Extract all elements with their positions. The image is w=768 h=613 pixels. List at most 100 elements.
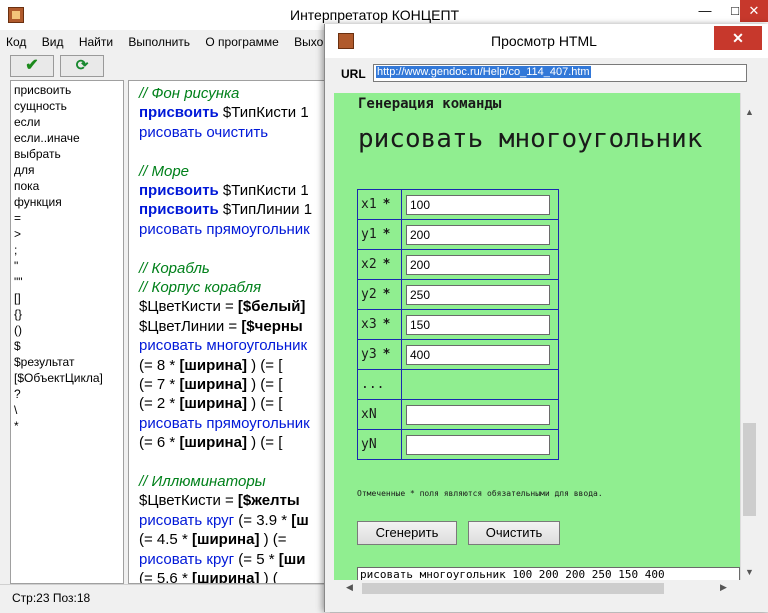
param-input-x2[interactable]	[406, 254, 550, 275]
code-token: // Корпус корабля	[139, 279, 262, 296]
main-window-title: Интерпретатор КОНЦЕПТ	[290, 7, 460, 23]
param-input-x1[interactable]	[406, 194, 550, 215]
code-line: присвоить $ТипКисти 1	[139, 104, 309, 121]
param-row: ...	[357, 369, 559, 400]
keyword-item[interactable]: ?	[14, 386, 120, 402]
keyword-item[interactable]: выбрать	[14, 146, 120, 162]
code-token: [ширина]	[191, 531, 260, 549]
horizontal-scroll-thumb[interactable]	[362, 583, 664, 594]
horizontal-scrollbar[interactable]: ◀ ▶	[334, 580, 740, 597]
required-marker: *	[382, 347, 391, 362]
code-line: (= 4.5 * [ширина] ) (=	[139, 531, 287, 548]
code-token: [$черны	[241, 317, 303, 335]
menu-run[interactable]: Выполнить	[122, 31, 196, 53]
scroll-left-icon[interactable]: ◀	[346, 582, 353, 593]
param-value-cell	[401, 309, 559, 340]
required-marker: *	[382, 287, 391, 302]
viewer-close-button[interactable]: ✕	[714, 26, 762, 50]
param-input-y1[interactable]	[406, 224, 550, 245]
keyword-item[interactable]: []	[14, 290, 120, 306]
url-field[interactable]: http://www.gendoc.ru/Help/co_114_407.htm	[373, 64, 747, 82]
menu-view[interactable]: Вид	[36, 31, 70, 53]
vertical-scrollbar[interactable]: ▲ ▼	[740, 93, 758, 580]
param-input-xN[interactable]	[406, 404, 550, 425]
scroll-right-icon[interactable]: ▶	[720, 582, 727, 593]
viewer-titlebar[interactable]: Просмотр HTML ✕	[325, 24, 768, 58]
params-table: x1 * y1 * x2 * y2 * x3 * y3 *... xN yN	[357, 189, 559, 460]
code-line: // Корабль	[139, 260, 210, 277]
viewer-title: Просмотр HTML	[491, 33, 597, 49]
keyword-item[interactable]: *	[14, 418, 120, 434]
required-marker: *	[382, 197, 391, 212]
url-label: URL	[341, 67, 366, 81]
param-value-cell	[401, 219, 559, 250]
vertical-scroll-thumb[interactable]	[743, 423, 756, 516]
param-name-cell: y2 *	[357, 279, 402, 310]
keyword-item[interactable]: $результат	[14, 354, 120, 370]
code-token: // Иллюминаторы	[139, 473, 266, 490]
param-input-y3[interactable]	[406, 344, 550, 365]
result-output[interactable]: рисовать многоугольник 100 200 200 250 1…	[357, 567, 740, 580]
keyword-item[interactable]: ;	[14, 242, 120, 258]
param-name: y3	[361, 347, 377, 362]
param-value-cell	[401, 369, 559, 400]
keyword-item[interactable]: =	[14, 210, 120, 226]
keyword-item[interactable]: ()	[14, 322, 120, 338]
code-editor[interactable]: // Фон рисунка присвоить $ТипКисти 1 рисов…	[128, 80, 328, 584]
code-token: [$белый]	[237, 298, 306, 316]
keyword-item[interactable]: присвоить	[14, 82, 120, 98]
param-input-yN[interactable]	[406, 434, 550, 455]
menu-code[interactable]: Код	[0, 31, 32, 53]
code-token: $ЦветЛинии =	[139, 317, 242, 335]
menu-about[interactable]: О программе	[199, 31, 284, 53]
keyword-item[interactable]: пока	[14, 178, 120, 194]
code-line: (= 8 * [ширина] ) (= [	[139, 357, 282, 374]
code-token: (= 2 *	[139, 395, 180, 413]
code-token: $ТипКисти 1	[218, 104, 309, 122]
scroll-down-icon[interactable]: ▼	[745, 567, 754, 577]
url-text: http://www.gendoc.ru/Help/co_114_407.htm	[376, 66, 591, 78]
run-button[interactable]: ✔	[10, 55, 54, 77]
param-row: xN	[357, 399, 559, 430]
keyword-list[interactable]: присвоить сущность если если..иначе выбрать д…	[10, 80, 124, 584]
code-token: [$желты	[237, 492, 300, 510]
param-name: x2	[361, 257, 377, 272]
keyword-item[interactable]: >	[14, 226, 120, 242]
minimize-button[interactable]: —	[690, 0, 720, 22]
scroll-up-icon[interactable]: ▲	[745, 107, 754, 117]
param-name: x1	[361, 197, 377, 212]
keyword-item[interactable]: если	[14, 114, 120, 130]
required-marker: *	[382, 227, 391, 242]
keyword-item[interactable]: $	[14, 338, 120, 354]
menu-find[interactable]: Найти	[73, 31, 119, 53]
keyword-item[interactable]: {}	[14, 306, 120, 322]
code-token: ) (= [	[246, 356, 283, 374]
param-name-cell: y1 *	[357, 219, 402, 250]
param-input-x3[interactable]	[406, 314, 550, 335]
code-token: (= 8 *	[139, 356, 180, 374]
clear-button[interactable]: Очистить	[468, 521, 560, 545]
keyword-item[interactable]: ""	[14, 274, 120, 290]
keyword-item[interactable]: \	[14, 402, 120, 418]
keyword-item[interactable]: сущность	[14, 98, 120, 114]
param-value-cell	[401, 189, 559, 220]
code-line: рисовать прямоугольник	[139, 221, 310, 238]
refresh-button[interactable]: ⟳	[60, 55, 104, 77]
code-token: рисовать круг	[139, 550, 235, 568]
viewer-app-icon	[338, 33, 354, 49]
param-input-y2[interactable]	[406, 284, 550, 305]
code-line: $ЦветКисти = [$белый]	[139, 298, 305, 315]
param-name-cell: ...	[357, 369, 402, 400]
code-token: (= 7 *	[139, 376, 180, 393]
keyword-item[interactable]: функция	[14, 194, 120, 210]
code-line: $ЦветЛинии = [$черны	[139, 318, 303, 335]
code-token: // Корабль	[139, 259, 210, 277]
keyword-item[interactable]: [$ОбъектЦикла]	[14, 370, 120, 386]
generate-button[interactable]: Сгенерить	[357, 521, 457, 545]
code-line: // Фон рисунка	[139, 85, 239, 102]
keyword-item[interactable]: для	[14, 162, 120, 178]
keyword-item[interactable]: если..иначе	[14, 130, 120, 146]
code-token: присвоить	[139, 201, 219, 219]
close-button[interactable]: ✕	[740, 0, 768, 22]
keyword-item[interactable]: "	[14, 258, 120, 274]
